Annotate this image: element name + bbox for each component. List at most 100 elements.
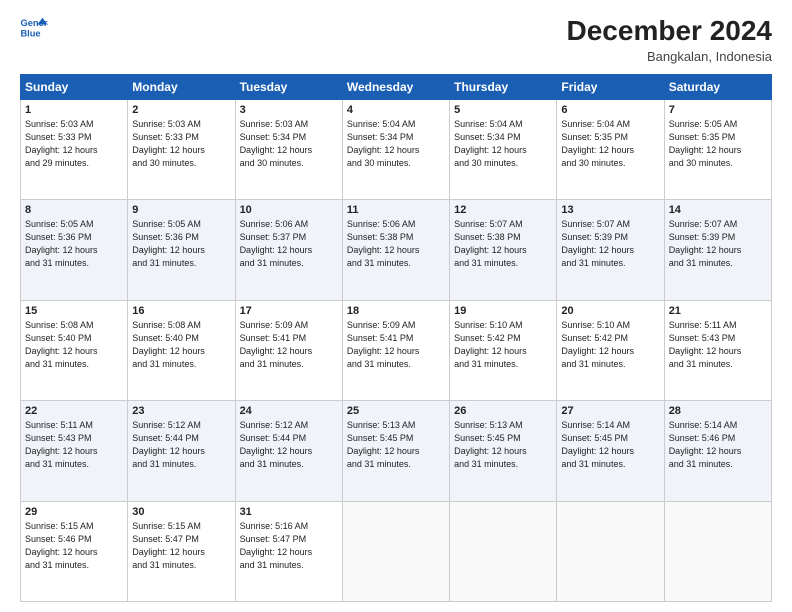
calendar-cell: 10 Sunrise: 5:06 AMSunset: 5:37 PMDayligh… <box>235 200 342 300</box>
weekday-header-row: SundayMondayTuesdayWednesdayThursdayFrid… <box>21 74 772 99</box>
day-number: 5 <box>454 104 552 116</box>
week-row-1: 1 Sunrise: 5:03 AMSunset: 5:33 PMDaylight… <box>21 99 772 199</box>
cell-details: Sunrise: 5:13 AMSunset: 5:45 PMDaylight:… <box>454 419 552 471</box>
day-number: 6 <box>561 104 659 116</box>
cell-details: Sunrise: 5:12 AMSunset: 5:44 PMDaylight:… <box>132 419 230 471</box>
day-number: 28 <box>669 405 767 417</box>
cell-details: Sunrise: 5:11 AMSunset: 5:43 PMDaylight:… <box>25 419 123 471</box>
page: General Blue General Blue December 2024 … <box>0 0 792 612</box>
day-number: 17 <box>240 305 338 317</box>
cell-details: Sunrise: 5:10 AMSunset: 5:42 PMDaylight:… <box>454 319 552 371</box>
cell-details: Sunrise: 5:07 AMSunset: 5:39 PMDaylight:… <box>669 218 767 270</box>
day-number: 8 <box>25 204 123 216</box>
day-number: 16 <box>132 305 230 317</box>
cell-details: Sunrise: 5:16 AMSunset: 5:47 PMDaylight:… <box>240 520 338 572</box>
weekday-wednesday: Wednesday <box>342 74 449 99</box>
calendar-cell: 7 Sunrise: 5:05 AMSunset: 5:35 PMDaylight… <box>664 99 771 199</box>
calendar-cell: 27 Sunrise: 5:14 AMSunset: 5:45 PMDayligh… <box>557 401 664 501</box>
day-number: 20 <box>561 305 659 317</box>
day-number: 13 <box>561 204 659 216</box>
calendar-cell: 21 Sunrise: 5:11 AMSunset: 5:43 PMDayligh… <box>664 300 771 400</box>
cell-details: Sunrise: 5:12 AMSunset: 5:44 PMDaylight:… <box>240 419 338 471</box>
day-number: 2 <box>132 104 230 116</box>
calendar-cell: 2 Sunrise: 5:03 AMSunset: 5:33 PMDaylight… <box>128 99 235 199</box>
calendar-cell: 14 Sunrise: 5:07 AMSunset: 5:39 PMDayligh… <box>664 200 771 300</box>
day-number: 21 <box>669 305 767 317</box>
cell-details: Sunrise: 5:05 AMSunset: 5:36 PMDaylight:… <box>25 218 123 270</box>
calendar-cell: 6 Sunrise: 5:04 AMSunset: 5:35 PMDaylight… <box>557 99 664 199</box>
calendar-table: SundayMondayTuesdayWednesdayThursdayFrid… <box>20 74 772 602</box>
calendar-cell: 15Sunrise: 5:08 AMSunset: 5:40 PMDayligh… <box>21 300 128 400</box>
day-number: 30 <box>132 506 230 518</box>
weekday-thursday: Thursday <box>450 74 557 99</box>
cell-details: Sunrise: 5:04 AMSunset: 5:35 PMDaylight:… <box>561 118 659 170</box>
week-row-3: 15Sunrise: 5:08 AMSunset: 5:40 PMDayligh… <box>21 300 772 400</box>
day-number: 7 <box>669 104 767 116</box>
calendar-cell: 18Sunrise: 5:09 AMSunset: 5:41 PMDayligh… <box>342 300 449 400</box>
cell-details: Sunrise: 5:03 AMSunset: 5:33 PMDaylight:… <box>132 118 230 170</box>
svg-text:Blue: Blue <box>20 28 40 38</box>
day-number: 18 <box>347 305 445 317</box>
calendar-body: 1 Sunrise: 5:03 AMSunset: 5:33 PMDaylight… <box>21 99 772 601</box>
cell-details: Sunrise: 5:06 AMSunset: 5:38 PMDaylight:… <box>347 218 445 270</box>
logo: General Blue General Blue <box>20 16 48 38</box>
calendar-cell: 28Sunrise: 5:14 AMSunset: 5:46 PMDayligh… <box>664 401 771 501</box>
calendar-cell: 12 Sunrise: 5:07 AMSunset: 5:38 PMDayligh… <box>450 200 557 300</box>
month-title: December 2024 <box>567 16 772 47</box>
day-number: 3 <box>240 104 338 116</box>
calendar-cell: 8 Sunrise: 5:05 AMSunset: 5:36 PMDaylight… <box>21 200 128 300</box>
day-number: 29 <box>25 506 123 518</box>
day-number: 14 <box>669 204 767 216</box>
calendar-cell: 4 Sunrise: 5:04 AMSunset: 5:34 PMDaylight… <box>342 99 449 199</box>
cell-details: Sunrise: 5:06 AMSunset: 5:37 PMDaylight:… <box>240 218 338 270</box>
cell-details: Sunrise: 5:15 AMSunset: 5:47 PMDaylight:… <box>132 520 230 572</box>
day-number: 27 <box>561 405 659 417</box>
calendar-cell <box>450 501 557 601</box>
weekday-monday: Monday <box>128 74 235 99</box>
cell-details: Sunrise: 5:05 AMSunset: 5:35 PMDaylight:… <box>669 118 767 170</box>
cell-details: Sunrise: 5:10 AMSunset: 5:42 PMDaylight:… <box>561 319 659 371</box>
day-number: 25 <box>347 405 445 417</box>
cell-details: Sunrise: 5:04 AMSunset: 5:34 PMDaylight:… <box>454 118 552 170</box>
week-row-4: 22 Sunrise: 5:11 AMSunset: 5:43 PMDayligh… <box>21 401 772 501</box>
logo-icon: General Blue <box>20 16 48 38</box>
calendar-header: SundayMondayTuesdayWednesdayThursdayFrid… <box>21 74 772 99</box>
calendar-cell: 13 Sunrise: 5:07 AMSunset: 5:39 PMDayligh… <box>557 200 664 300</box>
week-row-2: 8 Sunrise: 5:05 AMSunset: 5:36 PMDaylight… <box>21 200 772 300</box>
day-number: 19 <box>454 305 552 317</box>
day-number: 4 <box>347 104 445 116</box>
week-row-5: 29 Sunrise: 5:15 AMSunset: 5:46 PMDayligh… <box>21 501 772 601</box>
header: General Blue General Blue December 2024 … <box>20 16 772 64</box>
day-number: 24 <box>240 405 338 417</box>
calendar-cell <box>342 501 449 601</box>
day-number: 1 <box>25 104 123 116</box>
day-number: 12 <box>454 204 552 216</box>
day-number: 22 <box>25 405 123 417</box>
calendar-cell: 20 Sunrise: 5:10 AMSunset: 5:42 PMDayligh… <box>557 300 664 400</box>
calendar-cell: 29 Sunrise: 5:15 AMSunset: 5:46 PMDayligh… <box>21 501 128 601</box>
cell-details: Sunrise: 5:15 AMSunset: 5:46 PMDaylight:… <box>25 520 123 572</box>
day-number: 9 <box>132 204 230 216</box>
cell-details: Sunrise: 5:07 AMSunset: 5:39 PMDaylight:… <box>561 218 659 270</box>
title-section: December 2024 Bangkalan, Indonesia <box>567 16 772 64</box>
calendar-cell: 9 Sunrise: 5:05 AMSunset: 5:36 PMDaylight… <box>128 200 235 300</box>
cell-details: Sunrise: 5:03 AMSunset: 5:34 PMDaylight:… <box>240 118 338 170</box>
cell-details: Sunrise: 5:08 AMSunset: 5:40 PMDaylight:… <box>132 319 230 371</box>
cell-details: Sunrise: 5:14 AMSunset: 5:45 PMDaylight:… <box>561 419 659 471</box>
day-number: 23 <box>132 405 230 417</box>
cell-details: Sunrise: 5:11 AMSunset: 5:43 PMDaylight:… <box>669 319 767 371</box>
calendar-cell: 1Sunrise: 5:03 AMSunset: 5:33 PMDaylight… <box>21 99 128 199</box>
cell-details: Sunrise: 5:07 AMSunset: 5:38 PMDaylight:… <box>454 218 552 270</box>
day-number: 11 <box>347 204 445 216</box>
calendar-cell: 3 Sunrise: 5:03 AMSunset: 5:34 PMDaylight… <box>235 99 342 199</box>
calendar-cell: 17Sunrise: 5:09 AMSunset: 5:41 PMDayligh… <box>235 300 342 400</box>
calendar-cell: 11 Sunrise: 5:06 AMSunset: 5:38 PMDayligh… <box>342 200 449 300</box>
cell-details: Sunrise: 5:05 AMSunset: 5:36 PMDaylight:… <box>132 218 230 270</box>
weekday-friday: Friday <box>557 74 664 99</box>
cell-details: Sunrise: 5:04 AMSunset: 5:34 PMDaylight:… <box>347 118 445 170</box>
day-number: 10 <box>240 204 338 216</box>
cell-details: Sunrise: 5:13 AMSunset: 5:45 PMDaylight:… <box>347 419 445 471</box>
day-number: 31 <box>240 506 338 518</box>
weekday-sunday: Sunday <box>21 74 128 99</box>
day-number: 26 <box>454 405 552 417</box>
